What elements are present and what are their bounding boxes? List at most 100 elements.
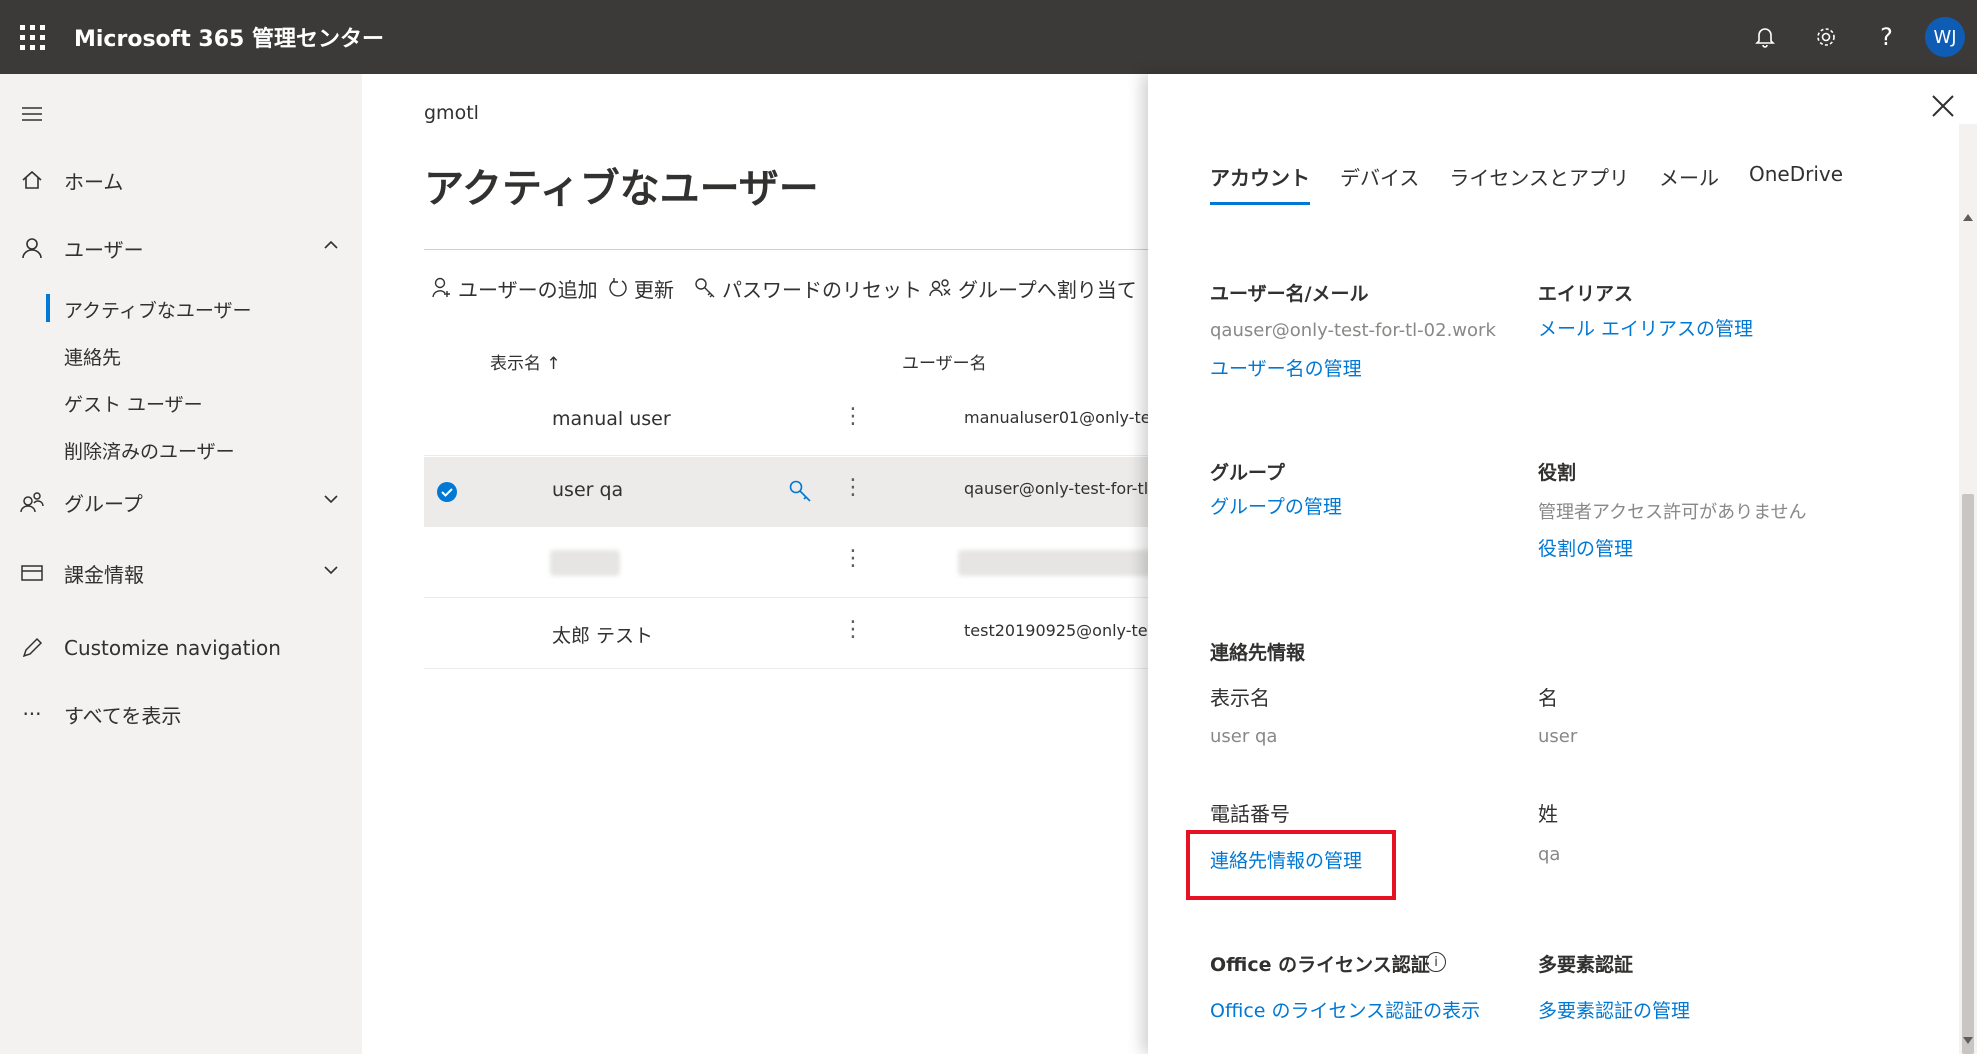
nav-item-label: 課金情報 (64, 562, 144, 587)
nav-collapse-button[interactable] (0, 90, 362, 138)
page-title: アクティブなユーザー (424, 166, 819, 212)
command-label: パスワードのリセット (722, 277, 922, 302)
reset-password-button[interactable]: パスワードのリセット (694, 270, 922, 306)
nav-item-users[interactable]: ユーザー (0, 224, 362, 272)
waffle-icon (19, 24, 45, 50)
more-options-button[interactable]: ⋮ (842, 475, 864, 500)
contact-info-heading: 連絡先情報 (1210, 642, 1306, 664)
highlight-box (1186, 830, 1396, 900)
home-icon (0, 170, 64, 190)
view-office-license-link[interactable]: Office のライセンス認証の表示 (1210, 996, 1480, 1023)
nav-item-label: グループ (64, 491, 143, 516)
pencil-icon (0, 637, 64, 659)
chevron-up-icon (324, 240, 338, 249)
nav-item-label: すべてを表示 (64, 703, 182, 728)
phone-label: 電話番号 (1210, 802, 1290, 826)
app-launcher-button[interactable] (0, 0, 64, 74)
bell-icon (1754, 28, 1775, 48)
hamburger-icon (0, 106, 64, 122)
user-display-name[interactable]: manual user (552, 408, 671, 430)
nav-item-show-all[interactable]: ··· すべてを表示 (0, 690, 362, 738)
nav-subitem-guest-users[interactable]: ゲスト ユーザー (64, 390, 203, 417)
username-email-value: qauser@only-test-for-tl-02.work (1210, 320, 1496, 341)
user-display-name[interactable]: user qa (552, 479, 623, 501)
left-navigation: ホーム ユーザー アクティブなユーザー 連絡先 ゲスト ユーザー 削除済みのユー… (0, 74, 362, 1054)
group-icon (0, 491, 64, 513)
key-icon (695, 278, 715, 298)
gear-icon (1816, 28, 1835, 46)
office-license-heading: Office のライセンス認証 (1210, 954, 1430, 976)
alias-heading: エイリアス (1538, 283, 1634, 305)
chevron-down-icon (324, 495, 338, 504)
group-heading: グループ (1210, 462, 1285, 484)
nav-item-groups[interactable]: グループ (0, 478, 362, 526)
manage-roles-link[interactable]: 役割の管理 (1538, 534, 1633, 561)
tab-mail[interactable]: メール (1659, 162, 1719, 205)
username-email-heading: ユーザー名/メール (1210, 283, 1369, 305)
assign-group-button[interactable]: グループへ割り当て (928, 270, 1137, 306)
more-options-button[interactable]: ⋮ (842, 546, 864, 571)
scroll-down-icon[interactable] (1963, 1037, 1973, 1044)
manage-groups-link[interactable]: グループの管理 (1210, 492, 1342, 519)
refresh-icon (609, 278, 627, 297)
nav-item-customize[interactable]: Customize navigation (0, 624, 362, 672)
user-display-name[interactable]: 太郎 テスト (552, 621, 653, 648)
nav-subitem-contacts[interactable]: 連絡先 (64, 343, 121, 370)
nav-item-label: ホーム (64, 169, 124, 194)
credit-card-icon (0, 564, 64, 582)
redacted-name (550, 550, 620, 576)
more-options-button[interactable]: ⋮ (842, 617, 864, 642)
manage-alias-link[interactable]: メール エイリアスの管理 (1538, 314, 1753, 341)
checkmark-circle-icon[interactable] (436, 481, 458, 503)
first-name-value: user (1538, 726, 1578, 747)
column-header-display-name[interactable]: 表示名 ↑ (490, 349, 561, 374)
app-title[interactable]: Microsoft 365 管理センター (74, 21, 384, 53)
key-icon[interactable] (788, 479, 812, 503)
notifications-button[interactable] (1734, 0, 1795, 74)
tab-onedrive[interactable]: OneDrive (1749, 162, 1843, 205)
command-label: ユーザーの追加 (458, 277, 598, 302)
display-name-value: user qa (1210, 726, 1278, 747)
person-icon (0, 237, 64, 259)
display-name-label: 表示名 (1210, 686, 1270, 710)
add-user-button[interactable]: ユーザーの追加 (432, 270, 598, 306)
scroll-up-icon[interactable] (1963, 214, 1973, 221)
user-details-panel: アカウント デバイス ライセンスとアプリ メール OneDrive ユーザー名/… (1148, 74, 1977, 1054)
column-header-user-name[interactable]: ユーザー名 (902, 349, 987, 374)
first-name-label: 名 (1538, 686, 1558, 710)
nav-item-label: Customize navigation (64, 636, 281, 660)
tab-devices[interactable]: デバイス (1340, 162, 1419, 205)
role-heading: 役割 (1538, 462, 1577, 484)
info-icon[interactable]: i (1426, 952, 1446, 972)
nav-item-billing[interactable]: 課金情報 (0, 549, 362, 597)
active-indicator (46, 294, 50, 322)
refresh-button[interactable]: 更新 (608, 270, 674, 306)
last-name-label: 姓 (1538, 802, 1558, 826)
more-icon: ··· (22, 702, 42, 726)
help-icon: ? (1880, 23, 1893, 51)
nav-subitem-deleted-users[interactable]: 削除済みのユーザー (64, 437, 235, 464)
role-value: 管理者アクセス許可がありません (1538, 502, 1807, 523)
add-person-icon (432, 277, 450, 298)
nav-subitem-active-users[interactable]: アクティブなユーザー (64, 296, 252, 323)
panel-tabs: アカウント デバイス ライセンスとアプリ メール OneDrive (1210, 162, 1873, 205)
settings-button[interactable] (1795, 0, 1856, 74)
nav-item-label: ユーザー (64, 237, 144, 262)
panel-scrollbar[interactable] (1959, 124, 1977, 1054)
group-assign-icon (929, 279, 951, 297)
command-label: 更新 (634, 277, 674, 302)
last-name-value: qa (1538, 844, 1561, 865)
close-icon[interactable] (1927, 90, 1959, 122)
tab-account[interactable]: アカウント (1210, 162, 1310, 205)
mfa-heading: 多要素認証 (1538, 954, 1634, 976)
chevron-down-icon (324, 566, 338, 575)
avatar[interactable]: WJ (1925, 17, 1965, 57)
manage-username-link[interactable]: ユーザー名の管理 (1210, 354, 1362, 381)
tab-licenses-apps[interactable]: ライセンスとアプリ (1449, 162, 1629, 205)
more-options-button[interactable]: ⋮ (842, 404, 864, 429)
nav-item-home[interactable]: ホーム (0, 156, 362, 204)
manage-mfa-link[interactable]: 多要素認証の管理 (1538, 996, 1690, 1023)
top-bar: Microsoft 365 管理センター ? WJ (0, 0, 1977, 74)
scroll-thumb[interactable] (1962, 494, 1974, 1054)
help-button[interactable]: ? (1856, 0, 1917, 74)
